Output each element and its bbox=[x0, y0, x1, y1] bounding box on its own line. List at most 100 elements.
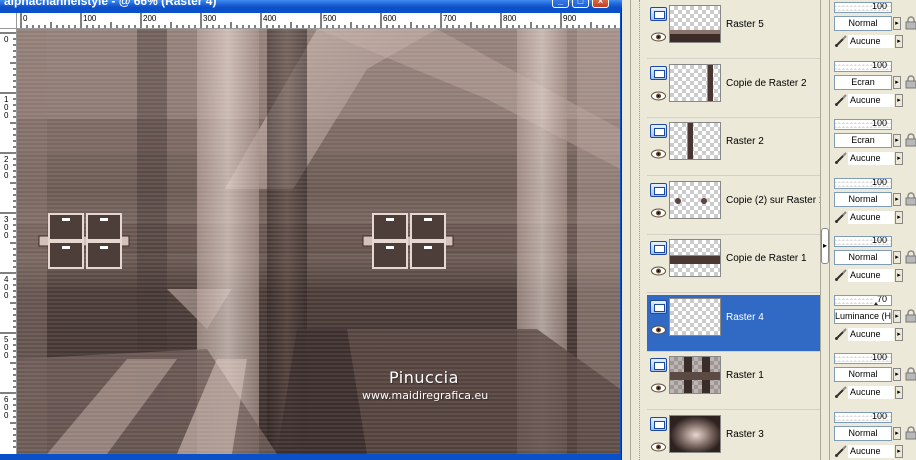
blend-mode-arrow-icon[interactable]: ▸ bbox=[893, 309, 901, 323]
minimize-button[interactable]: _ bbox=[552, 0, 569, 8]
layer-name: Raster 4 bbox=[726, 311, 764, 323]
layer-thumbnail bbox=[669, 122, 721, 160]
blend-mode-arrow-icon[interactable]: ▸ bbox=[893, 368, 901, 381]
lock-icon[interactable] bbox=[905, 16, 916, 30]
raster-layer-icon[interactable] bbox=[650, 65, 667, 80]
mask-select[interactable]: Aucune bbox=[848, 386, 894, 399]
opacity-slider[interactable]: 70 bbox=[834, 294, 892, 306]
layer-properties: 100 Normal ▸ Aucune ▸ bbox=[832, 353, 916, 410]
layers-palette: Raster 5 Copie de Raster 2 Raster 2 Copie (… bbox=[630, 0, 916, 460]
raster-layer-icon[interactable] bbox=[650, 241, 667, 255]
blend-mode-select[interactable]: Normal bbox=[834, 16, 892, 31]
palette-splitter[interactable]: ▸ bbox=[820, 0, 830, 460]
mask-arrow-icon[interactable]: ▸ bbox=[895, 269, 903, 282]
mask-select[interactable]: Aucune bbox=[848, 269, 894, 282]
opacity-slider[interactable]: 100 bbox=[834, 119, 892, 130]
raster-layer-icon[interactable] bbox=[650, 358, 667, 372]
layer-row[interactable]: Copie de Raster 1 bbox=[647, 236, 820, 293]
visibility-eye-icon[interactable] bbox=[650, 32, 667, 42]
mask-select[interactable]: Aucune bbox=[848, 327, 894, 341]
lock-icon[interactable] bbox=[905, 133, 916, 147]
layer-thumbnail bbox=[669, 356, 721, 394]
ruler-label: 300 bbox=[203, 14, 217, 23]
mask-arrow-icon[interactable]: ▸ bbox=[895, 210, 903, 224]
blend-mode-arrow-icon[interactable]: ▸ bbox=[893, 134, 901, 147]
opacity-slider[interactable]: 100 bbox=[834, 411, 892, 423]
layer-row[interactable]: Raster 5 bbox=[647, 2, 820, 59]
ruler-label: 0 bbox=[4, 291, 9, 300]
visibility-eye-icon[interactable] bbox=[650, 208, 667, 218]
mask-arrow-icon[interactable]: ▸ bbox=[895, 386, 903, 399]
blend-mode-select[interactable]: Normal bbox=[834, 250, 892, 265]
mask-select[interactable]: Aucune bbox=[848, 35, 894, 48]
splitter-arrow-icon[interactable]: ▸ bbox=[821, 228, 829, 264]
ruler-label: 800 bbox=[503, 14, 517, 23]
visibility-eye-icon[interactable] bbox=[650, 91, 667, 101]
mask-arrow-icon[interactable]: ▸ bbox=[895, 327, 903, 341]
ruler-label: 0 bbox=[4, 35, 9, 44]
blend-mode-select[interactable]: Ecran bbox=[834, 133, 892, 148]
mask-brush-icon bbox=[834, 327, 848, 341]
blend-mode-select[interactable]: Normal bbox=[834, 191, 892, 207]
mask-arrow-icon[interactable]: ▸ bbox=[895, 444, 903, 458]
raster-layer-icon[interactable] bbox=[650, 416, 667, 431]
opacity-slider[interactable]: 100 bbox=[834, 60, 892, 72]
layer-properties: 100 Ecran ▸ Aucune ▸ bbox=[832, 119, 916, 176]
mask-brush-icon bbox=[834, 444, 848, 458]
mask-arrow-icon[interactable]: ▸ bbox=[895, 93, 903, 107]
opacity-slider[interactable]: 100 bbox=[834, 2, 892, 13]
artwork bbox=[17, 29, 620, 454]
drawer-ornament-right bbox=[362, 213, 454, 269]
visibility-eye-icon[interactable] bbox=[650, 383, 667, 393]
blend-mode-select[interactable]: Normal bbox=[834, 367, 892, 382]
blend-mode-arrow-icon[interactable]: ▸ bbox=[893, 426, 901, 440]
mask-select[interactable]: Aucune bbox=[848, 444, 894, 458]
visibility-eye-icon[interactable] bbox=[650, 442, 667, 452]
layer-row[interactable]: Raster 3 bbox=[647, 412, 820, 460]
visibility-eye-icon[interactable] bbox=[650, 149, 667, 159]
raster-layer-icon[interactable] bbox=[650, 124, 667, 138]
ruler-label: 0 bbox=[4, 171, 9, 180]
layer-name: Raster 3 bbox=[726, 428, 764, 440]
layer-row[interactable]: Copie de Raster 2 bbox=[647, 61, 820, 118]
layer-row[interactable]: Copie (2) sur Raster 1 bbox=[647, 178, 824, 235]
visibility-eye-icon[interactable] bbox=[650, 325, 667, 335]
raster-layer-icon[interactable] bbox=[650, 299, 667, 314]
lock-icon[interactable] bbox=[905, 308, 916, 323]
visibility-eye-icon[interactable] bbox=[650, 266, 667, 276]
blend-mode-select[interactable]: Normal bbox=[834, 425, 892, 441]
raster-layer-icon[interactable] bbox=[650, 7, 667, 21]
blend-mode-arrow-icon[interactable]: ▸ bbox=[893, 251, 901, 264]
lock-icon[interactable] bbox=[905, 74, 916, 89]
layer-tree-line bbox=[639, 0, 640, 460]
lock-icon[interactable] bbox=[905, 250, 916, 264]
layer-row[interactable]: Raster 4 bbox=[647, 294, 820, 352]
opacity-slider[interactable]: 100 bbox=[834, 177, 892, 189]
image-canvas[interactable]: Pinuccia www.maidiregrafica.eu bbox=[17, 29, 620, 454]
maximize-button[interactable]: □ bbox=[572, 0, 589, 8]
image-window-titlebar[interactable]: alphachannelstyle - @ 66% (Raster 4) _ □… bbox=[0, 0, 622, 8]
mask-arrow-icon[interactable]: ▸ bbox=[895, 152, 903, 165]
blend-mode-arrow-icon[interactable]: ▸ bbox=[893, 192, 901, 206]
layer-name: Copie de Raster 2 bbox=[726, 77, 807, 89]
lock-icon[interactable] bbox=[905, 191, 916, 206]
mask-select[interactable]: Aucune bbox=[848, 152, 894, 165]
opacity-slider[interactable]: 100 bbox=[834, 353, 892, 364]
mask-select[interactable]: Aucune bbox=[848, 210, 894, 224]
blend-mode-select[interactable]: Luminance (H) bbox=[834, 308, 892, 324]
blend-mode-select[interactable]: Ecran bbox=[834, 74, 892, 90]
layer-row[interactable]: Raster 1 bbox=[647, 353, 820, 410]
layer-thumbnail bbox=[669, 5, 721, 43]
lock-icon[interactable] bbox=[905, 425, 916, 440]
blend-mode-arrow-icon[interactable]: ▸ bbox=[893, 17, 901, 30]
raster-layer-icon[interactable] bbox=[650, 182, 667, 197]
close-button[interactable]: × bbox=[592, 0, 609, 8]
blend-mode-arrow-icon[interactable]: ▸ bbox=[893, 75, 901, 89]
layer-row[interactable]: Raster 2 bbox=[647, 119, 820, 176]
mask-brush-icon bbox=[834, 151, 848, 165]
lock-icon[interactable] bbox=[905, 367, 916, 381]
opacity-slider[interactable]: 100 bbox=[834, 236, 892, 247]
layer-properties: 100 Normal ▸ Aucune ▸ bbox=[832, 177, 916, 235]
mask-arrow-icon[interactable]: ▸ bbox=[895, 35, 903, 48]
mask-select[interactable]: Aucune bbox=[848, 93, 894, 107]
